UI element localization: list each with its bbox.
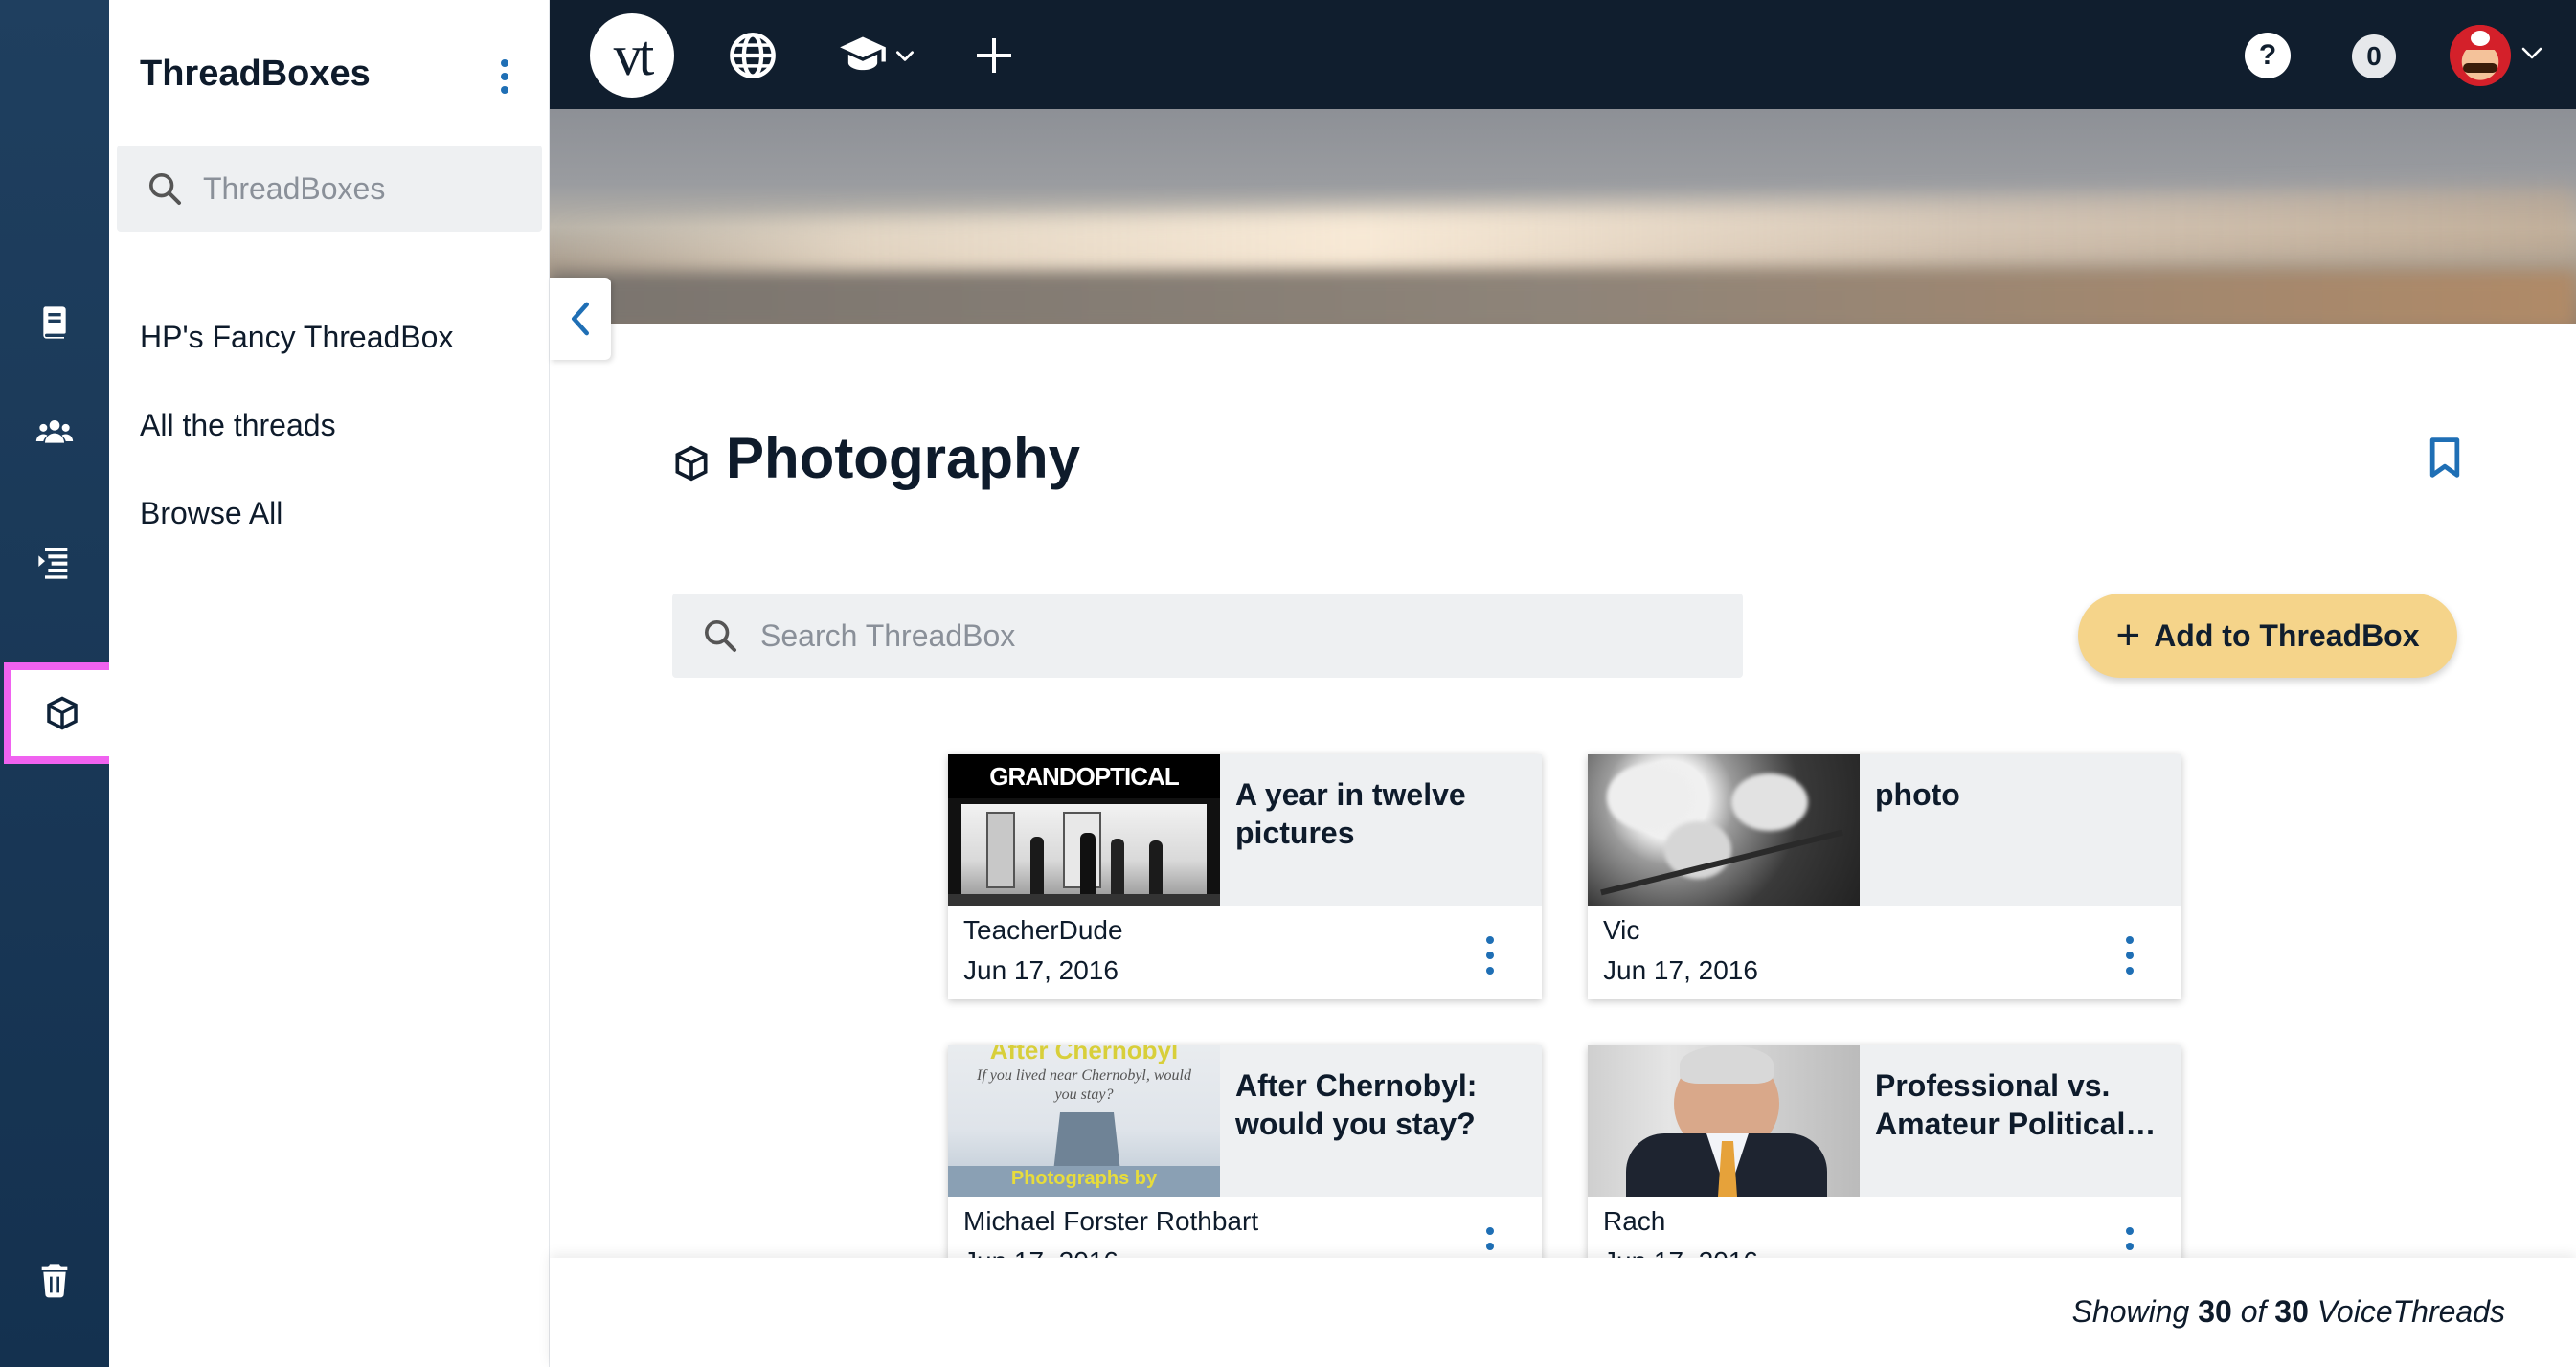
- thumb-footer: Photographs by: [1010, 1168, 1158, 1189]
- threadbox-search-input[interactable]: [760, 617, 1622, 654]
- graduation-cap-icon[interactable]: [833, 27, 917, 84]
- chevron-down-icon[interactable]: [2520, 44, 2543, 63]
- voicethread-card[interactable]: photo Vic Jun 17, 2016: [1588, 754, 2181, 999]
- card-date: Jun 17, 2016: [1603, 955, 1758, 985]
- card-thumbnail: GRANDOPTICAL: [948, 754, 1220, 906]
- card-owner: TeacherDude: [963, 915, 1123, 945]
- card-more-menu[interactable]: [1479, 936, 1502, 975]
- card-owner: Michael Forster Rothbart: [963, 1206, 1259, 1236]
- threadbox-icon: [675, 445, 708, 482]
- results-suffix: VoiceThreads: [2316, 1294, 2505, 1329]
- sidebar-item-hps-fancy-threadbox[interactable]: HP's Fancy ThreadBox: [140, 320, 453, 355]
- page-title: Photography: [726, 426, 1080, 490]
- help-button[interactable]: ?: [2245, 33, 2291, 78]
- threads-icon[interactable]: [21, 528, 88, 595]
- plus-icon: +: [2115, 612, 2141, 659]
- avatar[interactable]: [2450, 25, 2511, 86]
- trash-icon[interactable]: [21, 1246, 88, 1313]
- sidebar-item-all-the-threads[interactable]: All the threads: [140, 408, 336, 443]
- group-icon[interactable]: [21, 398, 88, 465]
- search-icon: [149, 173, 181, 205]
- thumb-sign-text: GRANDOPTICAL: [948, 754, 1220, 798]
- book-icon[interactable]: [21, 289, 88, 356]
- results-shown: 30: [2198, 1294, 2232, 1329]
- panel-search-input[interactable]: [203, 170, 529, 207]
- thumb-caption: If you lived near Chernobyl, would you s…: [977, 1067, 1191, 1103]
- card-title: Professional vs. Amateur Political…: [1875, 1068, 2157, 1141]
- chevron-down-icon: [896, 51, 914, 61]
- plus-icon[interactable]: [971, 27, 1017, 84]
- voicethread-card[interactable]: GRANDOPTICAL A year in twelve pictures T…: [948, 754, 1542, 999]
- add-to-threadbox-button[interactable]: + Add to ThreadBox: [2078, 594, 2457, 678]
- bookmark-icon[interactable]: [2429, 437, 2461, 479]
- card-more-menu[interactable]: [2118, 936, 2141, 975]
- threadbox-icon: [47, 696, 78, 730]
- collapse-panel-button[interactable]: [550, 278, 611, 360]
- sidebar-item-browse-all[interactable]: Browse All: [140, 496, 282, 531]
- chevron-left-icon: [571, 302, 589, 336]
- panel-title: ThreadBoxes: [140, 54, 371, 94]
- results-count: Showing 30 of 30 VoiceThreads: [2072, 1294, 2505, 1330]
- add-to-threadbox-label: Add to ThreadBox: [2154, 617, 2420, 653]
- results-of: of: [2240, 1294, 2267, 1329]
- notification-count-badge[interactable]: 0: [2352, 34, 2396, 78]
- card-thumbnail: After Chernobyl If you lived near Cherno…: [948, 1045, 1220, 1197]
- panel-search[interactable]: [117, 146, 542, 232]
- threadbox-nav-highlight[interactable]: [4, 662, 121, 764]
- results-prefix: Showing: [2071, 1294, 2190, 1329]
- results-total: 30: [2274, 1294, 2309, 1329]
- card-owner: Rach: [1603, 1206, 1666, 1236]
- results-footer: Showing 30 of 30 VoiceThreads: [550, 1258, 2576, 1367]
- voicethread-card[interactable]: Professional vs. Amateur Political… Rach…: [1588, 1045, 2181, 1290]
- top-bar: vt ? 0: [550, 0, 2576, 109]
- card-thumbnail: [1588, 1045, 1860, 1197]
- banner-image: [550, 109, 2576, 324]
- card-title: After Chernobyl: would you stay?: [1235, 1068, 1478, 1141]
- app-root: ThreadBoxes HP's Fancy ThreadBox All the…: [0, 0, 2576, 1367]
- thumb-heading: After Chernobyl: [989, 1045, 1179, 1064]
- card-thumbnail: [1588, 754, 1860, 906]
- search-icon: [705, 620, 736, 652]
- threadbox-panel: ThreadBoxes HP's Fancy ThreadBox All the…: [109, 0, 550, 1367]
- card-owner: Vic: [1603, 915, 1640, 945]
- card-title: photo: [1875, 777, 1960, 812]
- vt-logo[interactable]: vt: [590, 13, 674, 98]
- voicethread-card[interactable]: After Chernobyl If you lived near Cherno…: [948, 1045, 1542, 1290]
- card-title: A year in twelve pictures: [1235, 777, 1466, 850]
- globe-icon[interactable]: [728, 27, 778, 84]
- panel-more-menu[interactable]: [490, 57, 519, 96]
- threadbox-search[interactable]: [672, 594, 1743, 678]
- card-date: Jun 17, 2016: [963, 955, 1119, 985]
